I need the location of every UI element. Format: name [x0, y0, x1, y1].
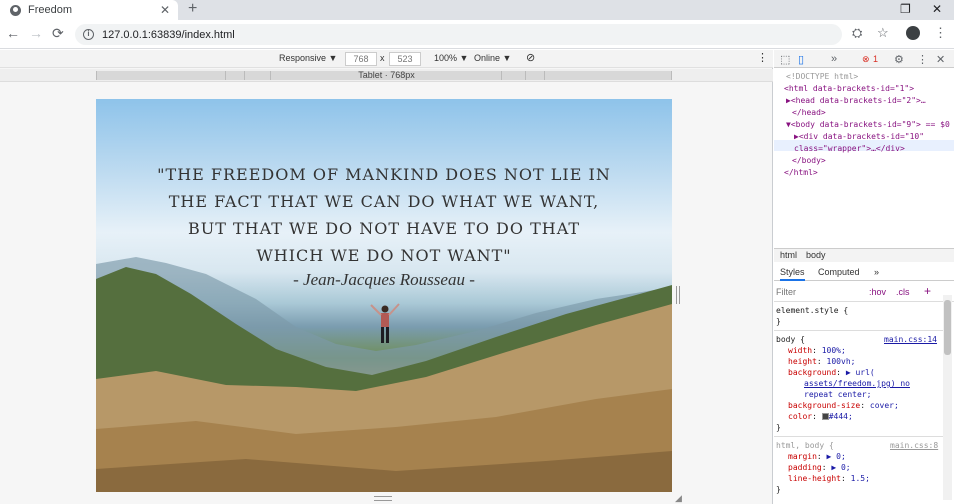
tab-computed[interactable]: Computed — [818, 267, 860, 277]
quote-author: - Jean-Jacques Rousseau - — [293, 270, 475, 289]
style-property: margin: ▶ 0; — [788, 452, 846, 461]
tree-line[interactable]: ▶<div data-brackets-id="10" — [794, 131, 924, 142]
profile-avatar[interactable] — [906, 26, 920, 40]
devtools-toolbar: ⬚ ▯ » ⊗ 1 ⚙ ⋮ ✕ — [774, 50, 954, 68]
style-property: padding: ▶ 0; — [788, 463, 851, 472]
media-query-bar[interactable]: Tablet · 768px — [0, 69, 773, 82]
styles-pane: element.style { } body { main.css:14 wid… — [774, 303, 944, 503]
translate-icon[interactable]: ⛭ — [852, 25, 862, 41]
mountain-landscape-image — [96, 257, 672, 492]
device-toggle-icon[interactable]: ▯ — [798, 53, 804, 66]
tree-line[interactable]: <html data-brackets-id="1"> — [784, 83, 914, 94]
globe-icon — [10, 4, 21, 16]
navigation-bar: ← → ⟳ i 127.0.0.1:63839/index.html ⛭ ☆ ⋮ — [0, 20, 954, 49]
tab-more[interactable]: » — [874, 267, 879, 277]
rendered-page: "The freedom of mankind does not lie in … — [96, 99, 672, 492]
device-toolbar: Responsive ▼ 768 x 523 100% ▼ Online ▼ ⊘… — [0, 50, 773, 68]
inspect-element-icon[interactable]: ⬚ — [780, 53, 790, 66]
tree-line[interactable]: </head> — [792, 107, 826, 118]
person-figure — [370, 303, 400, 343]
corner-resize-icon[interactable]: ◢ — [675, 493, 682, 504]
device-viewport: Responsive ▼ 768 x 523 100% ▼ Online ▼ ⊘… — [0, 50, 773, 504]
breadcrumb-body[interactable]: body — [806, 250, 826, 260]
device-toolbar-more-icon[interactable]: ⋮ — [757, 51, 768, 64]
tab-title: Freedom — [28, 4, 73, 16]
devtools-menu-icon[interactable]: ⋮ — [917, 53, 928, 66]
devtools-panel: ⬚ ▯ » ⊗ 1 ⚙ ⋮ ✕ <!DOCTYPE html> <html da… — [774, 50, 954, 504]
style-property: color: #444; — [788, 412, 853, 421]
quote-text: "The freedom of mankind does not lie in … — [157, 165, 611, 265]
color-swatch[interactable] — [821, 413, 829, 420]
address-bar[interactable]: i 127.0.0.1:63839/index.html — [75, 24, 842, 45]
more-panels-icon[interactable]: » — [831, 53, 837, 65]
style-property: line-height: 1.5; — [788, 474, 870, 483]
body-rule-source-link[interactable]: main.css:14 — [884, 334, 937, 345]
right-resize-handle[interactable] — [676, 286, 680, 304]
close-window-icon[interactable]: ✕ — [932, 0, 942, 18]
tree-line[interactable]: </body> — [792, 155, 826, 166]
tree-line-body[interactable]: ▼<body data-brackets-id="9"> == $0 — [786, 119, 950, 130]
tree-line[interactable]: </html> — [784, 167, 818, 178]
forward-button[interactable]: → — [29, 25, 43, 41]
styles-filter-bar: :hov .cls + — [774, 282, 954, 302]
error-count: 1 — [873, 54, 879, 64]
network-dropdown[interactable]: Online ▼ — [474, 53, 511, 63]
body-rule-selector[interactable]: body { — [776, 334, 805, 345]
menu-kebab-icon[interactable]: ⋮ — [934, 25, 947, 41]
settings-gear-icon[interactable]: ⚙ — [894, 53, 904, 66]
elements-tree: <!DOCTYPE html> <html data-brackets-id="… — [774, 69, 954, 249]
style-property: background-size: cover; — [788, 401, 899, 410]
tab-styles[interactable]: Styles — [780, 267, 805, 281]
new-tab-button[interactable]: + — [188, 0, 197, 18]
error-icon[interactable]: ⊗ — [862, 54, 870, 65]
hov-toggle[interactable]: :hov — [869, 287, 886, 297]
breadcrumb: html body — [774, 248, 954, 262]
tab-strip: Freedom ✕ + ❐ ✕ — [0, 0, 954, 20]
styles-scrollbar[interactable] — [943, 295, 952, 500]
dimension-separator: x — [380, 53, 385, 63]
bookmark-star-icon[interactable]: ☆ — [877, 25, 889, 41]
html-body-rule-selector[interactable]: html, body { — [776, 440, 834, 451]
back-button[interactable]: ← — [6, 25, 20, 41]
width-input[interactable]: 768 — [345, 52, 377, 66]
url-text: 127.0.0.1:63839/index.html — [102, 28, 235, 41]
site-info-icon[interactable]: i — [83, 29, 94, 40]
bottom-resize-handle[interactable] — [374, 496, 392, 501]
tree-line[interactable]: class="wrapper">…</div> — [794, 143, 905, 154]
style-property: height: 100vh; — [788, 357, 856, 366]
height-input[interactable]: 523 — [389, 52, 421, 66]
element-style-selector[interactable]: element.style { — [776, 305, 848, 316]
browser-tab[interactable]: Freedom ✕ — [0, 0, 178, 20]
cls-toggle[interactable]: .cls — [896, 287, 910, 297]
zoom-dropdown[interactable]: 100% ▼ — [434, 53, 468, 63]
style-property-continuation: repeat center; — [804, 390, 872, 399]
rotate-icon[interactable]: ⊘ — [526, 51, 535, 64]
styles-tabs: Styles Computed » — [774, 263, 954, 281]
style-property: width: 100%; — [788, 346, 846, 355]
tab-close-icon[interactable]: ✕ — [160, 3, 170, 17]
style-property-continuation[interactable]: assets/freedom.jpg) no — [804, 378, 910, 389]
tree-line[interactable]: ▶<head data-brackets-id="2">… — [786, 95, 926, 106]
breadcrumb-html[interactable]: html — [780, 250, 797, 260]
new-style-rule-button[interactable]: + — [924, 284, 931, 298]
responsive-dropdown[interactable]: Responsive ▼ — [279, 53, 337, 63]
devtools-close-icon[interactable]: ✕ — [936, 53, 945, 66]
style-property: background: ▶ url( — [788, 368, 875, 377]
tree-line[interactable]: <!DOCTYPE html> — [786, 71, 858, 82]
html-body-rule-source-link[interactable]: main.css:8 — [890, 440, 938, 451]
media-query-label: Tablet · 768px — [358, 70, 415, 80]
filter-input[interactable] — [776, 285, 860, 299]
restore-window-icon[interactable]: ❐ — [900, 0, 911, 18]
reload-button[interactable]: ⟳ — [52, 25, 64, 42]
scrollbar-thumb[interactable] — [944, 300, 951, 355]
